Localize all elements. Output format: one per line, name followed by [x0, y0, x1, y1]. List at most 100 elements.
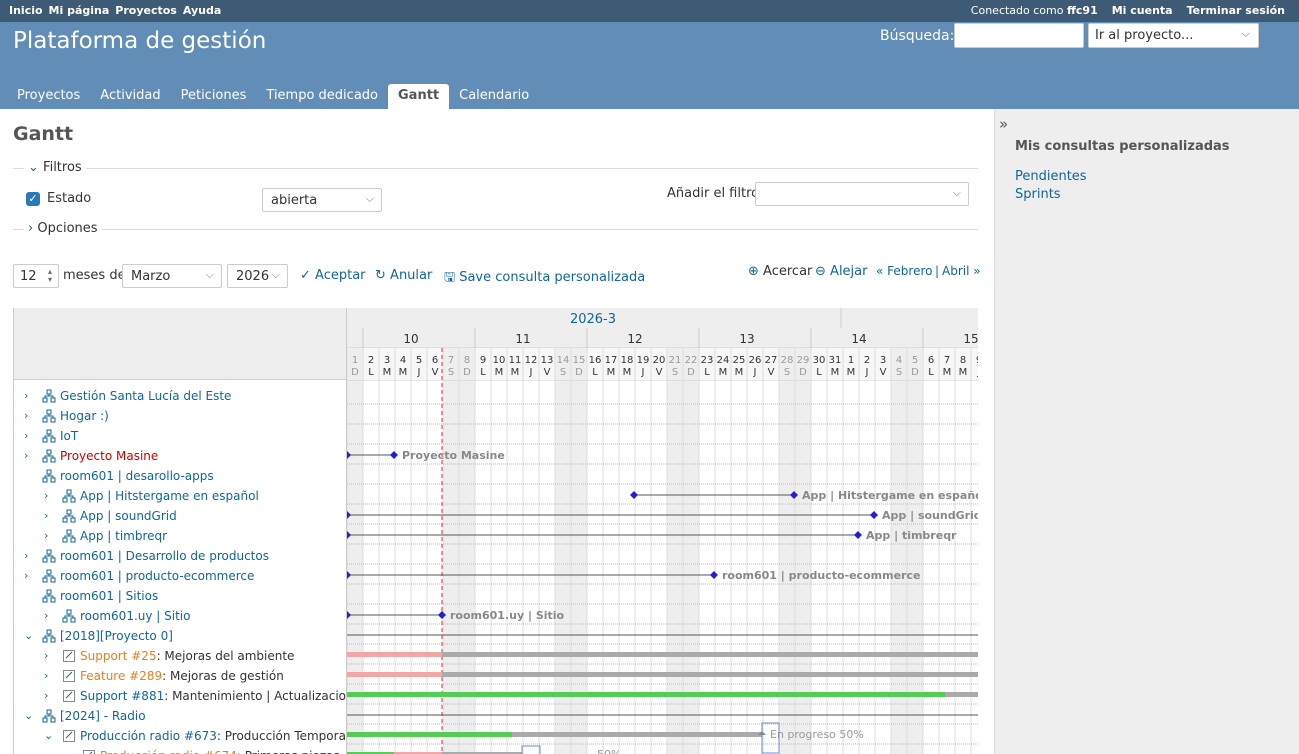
chevron-right-icon[interactable]: ›	[44, 646, 48, 666]
year-select[interactable]: 2026 ⌵	[227, 264, 288, 288]
sidebar-collapse-icon[interactable]: »	[999, 115, 1008, 133]
gantt-project-row[interactable]: › Hogar :)	[14, 406, 346, 426]
chevron-down-icon[interactable]: ⌄	[24, 626, 33, 646]
top-menu-help[interactable]: Ayuda	[183, 4, 221, 17]
issue-link[interactable]: Feature #289	[80, 669, 162, 683]
logged-user[interactable]: ffc91	[1067, 4, 1098, 17]
project-link[interactable]: room601.uy | Sitio	[80, 609, 190, 623]
chevron-right-icon[interactable]: ›	[24, 446, 28, 466]
search-input[interactable]	[954, 23, 1084, 48]
add-filter-select[interactable]: ⌵	[755, 182, 969, 206]
chevron-down-icon[interactable]: ⌄	[44, 726, 53, 746]
gantt-project-row[interactable]: › App | soundGrid	[14, 506, 346, 526]
sidebar-query-pendientes[interactable]: Pendientes	[1015, 169, 1087, 184]
gantt-issue-row[interactable]: › Support #881: Mantenimiento | Actualiza…	[14, 686, 346, 706]
logout-link[interactable]: Terminar sesión	[1187, 4, 1285, 17]
project-link[interactable]: Gestión Santa Lucía del Este	[60, 389, 231, 403]
months-stepper[interactable]: 12 ▴ ▾	[13, 264, 59, 288]
issue-link[interactable]: Support #25	[80, 649, 157, 663]
project-link[interactable]: Proyecto Masine	[60, 449, 158, 463]
tab-time[interactable]: Tiempo dedicado	[256, 84, 388, 109]
filters-fieldset	[13, 168, 978, 169]
chevron-right-icon[interactable]: ›	[24, 546, 28, 566]
zoom-out-button[interactable]: ⊖ Alejar	[815, 264, 867, 279]
tab-issues[interactable]: Peticiones	[171, 84, 257, 109]
week-number: 12	[627, 332, 642, 346]
chevron-right-icon[interactable]: ›	[44, 606, 48, 626]
next-month-link[interactable]: Abril »	[942, 264, 981, 278]
apply-button[interactable]: ✓ Aceptar	[300, 268, 366, 283]
project-link[interactable]: [2024] - Radio	[60, 709, 146, 723]
project-jump-select[interactable]: Ir al proyecto... ⌵	[1088, 23, 1259, 48]
project-link[interactable]: room601 | Desarrollo de productos	[60, 549, 269, 563]
gantt-issue-row[interactable]: › Feature #289: Mejoras de gestión	[14, 666, 346, 686]
gantt-project-row[interactable]: ⌄ [2018][Proyecto 0]	[14, 626, 346, 646]
gantt-project-row[interactable]: › App | Hitstergame en español	[14, 486, 346, 506]
top-menu-home[interactable]: Inicio	[9, 4, 43, 17]
day-letter: M	[735, 367, 744, 378]
day-number: 2	[368, 355, 374, 366]
project-link[interactable]: room601 | Sitios	[60, 589, 158, 603]
gantt-issue-row[interactable]: › Support #25: Mejoras del ambiente	[14, 646, 346, 666]
project-link[interactable]: room601 | producto-ecommerce	[60, 569, 254, 583]
save-query-button[interactable]: 🖫 Save consulta personalizada	[444, 268, 645, 290]
issue-link[interactable]: Producción radio #674	[100, 749, 237, 754]
my-account-link[interactable]: Mi cuenta	[1112, 4, 1173, 17]
project-link[interactable]: IoT	[60, 429, 78, 443]
chevron-right-icon[interactable]: ›	[44, 526, 48, 546]
sidebar-query-sprints[interactable]: Sprints	[1015, 187, 1061, 202]
gantt-project-row[interactable]: room601 | Sitios	[14, 586, 346, 606]
project-link[interactable]: App | soundGrid	[80, 509, 177, 523]
project-link[interactable]: room601 | desarollo-apps	[60, 469, 214, 483]
gantt-project-row[interactable]: › Proyecto Masine	[14, 446, 346, 466]
status-filter-checkbox[interactable]: ✓	[26, 192, 40, 206]
gantt-project-row[interactable]: room601 | desarollo-apps	[14, 466, 346, 486]
chevron-right-icon[interactable]: ›	[24, 566, 28, 586]
month-select[interactable]: Marzo ⌵	[122, 264, 222, 288]
gantt-project-row[interactable]: › room601.uy | Sitio	[14, 606, 346, 626]
chevron-right-icon[interactable]: ›	[24, 386, 28, 406]
chevron-right-icon[interactable]: ›	[44, 686, 48, 706]
chevron-right-icon[interactable]: ›	[44, 486, 48, 506]
issue-link[interactable]: Producción radio #673	[80, 729, 217, 743]
add-filter-label: Añadir el filtro	[667, 186, 760, 201]
gantt-issue-row[interactable]: ⌄ Producción radio #673: Producción Tempo…	[14, 726, 346, 746]
status-operator-select[interactable]: abierta ⌵	[262, 188, 382, 212]
day-number: 21	[669, 355, 682, 366]
top-menu-projects[interactable]: Proyectos	[115, 4, 177, 17]
tab-gantt[interactable]: Gantt	[388, 84, 450, 109]
filters-toggle[interactable]: ⌄ Filtros	[24, 160, 86, 175]
chevron-down-icon[interactable]: ⌄	[24, 706, 33, 726]
gantt-project-row[interactable]: › Gestión Santa Lucía del Este	[14, 386, 346, 406]
gantt-project-row[interactable]: › room601 | producto-ecommerce	[14, 566, 346, 586]
project-link[interactable]: App | timbreqr	[80, 529, 167, 543]
tab-calendar[interactable]: Calendario	[449, 84, 539, 109]
chevron-right-icon[interactable]: ›	[24, 406, 28, 426]
project-icon	[62, 509, 76, 523]
gantt-project-row[interactable]: › IoT	[14, 426, 346, 446]
gantt-project-row[interactable]: ⌄ [2024] - Radio	[14, 706, 346, 726]
bar-label: App | soundGrid	[882, 509, 978, 522]
zoom-in-button[interactable]: ⊕ Acercar	[748, 264, 812, 279]
gantt-project-row[interactable]: › App | timbreqr	[14, 526, 346, 546]
tab-projects[interactable]: Proyectos	[7, 84, 90, 109]
chevron-right-icon[interactable]: ›	[44, 666, 48, 686]
project-link[interactable]: [2018][Proyecto 0]	[60, 629, 173, 643]
tab-activity[interactable]: Actividad	[90, 84, 170, 109]
month-label: 2026-3	[570, 312, 616, 327]
day-letter: S	[896, 367, 902, 378]
gantt-issue-row[interactable]: Producción radio #674: Primeras piezas -…	[14, 746, 346, 754]
clear-button[interactable]: ↻ Anular	[375, 268, 432, 283]
options-toggle[interactable]: › Opciones	[24, 221, 102, 236]
gantt-project-row[interactable]: › room601 | Desarrollo de productos	[14, 546, 346, 566]
chevron-right-icon[interactable]: ›	[44, 506, 48, 526]
project-icon	[62, 489, 76, 503]
day-number: 4	[896, 355, 902, 366]
top-menu-my-page[interactable]: Mi página	[49, 4, 110, 17]
prev-month-link[interactable]: « Febrero	[876, 264, 932, 278]
project-link[interactable]: App | Hitstergame en español	[80, 489, 259, 503]
project-link[interactable]: Hogar :)	[60, 409, 109, 423]
chevron-right-icon[interactable]: ›	[24, 426, 28, 446]
day-number: 29	[797, 355, 810, 366]
issue-link[interactable]: Support #881	[80, 689, 164, 703]
